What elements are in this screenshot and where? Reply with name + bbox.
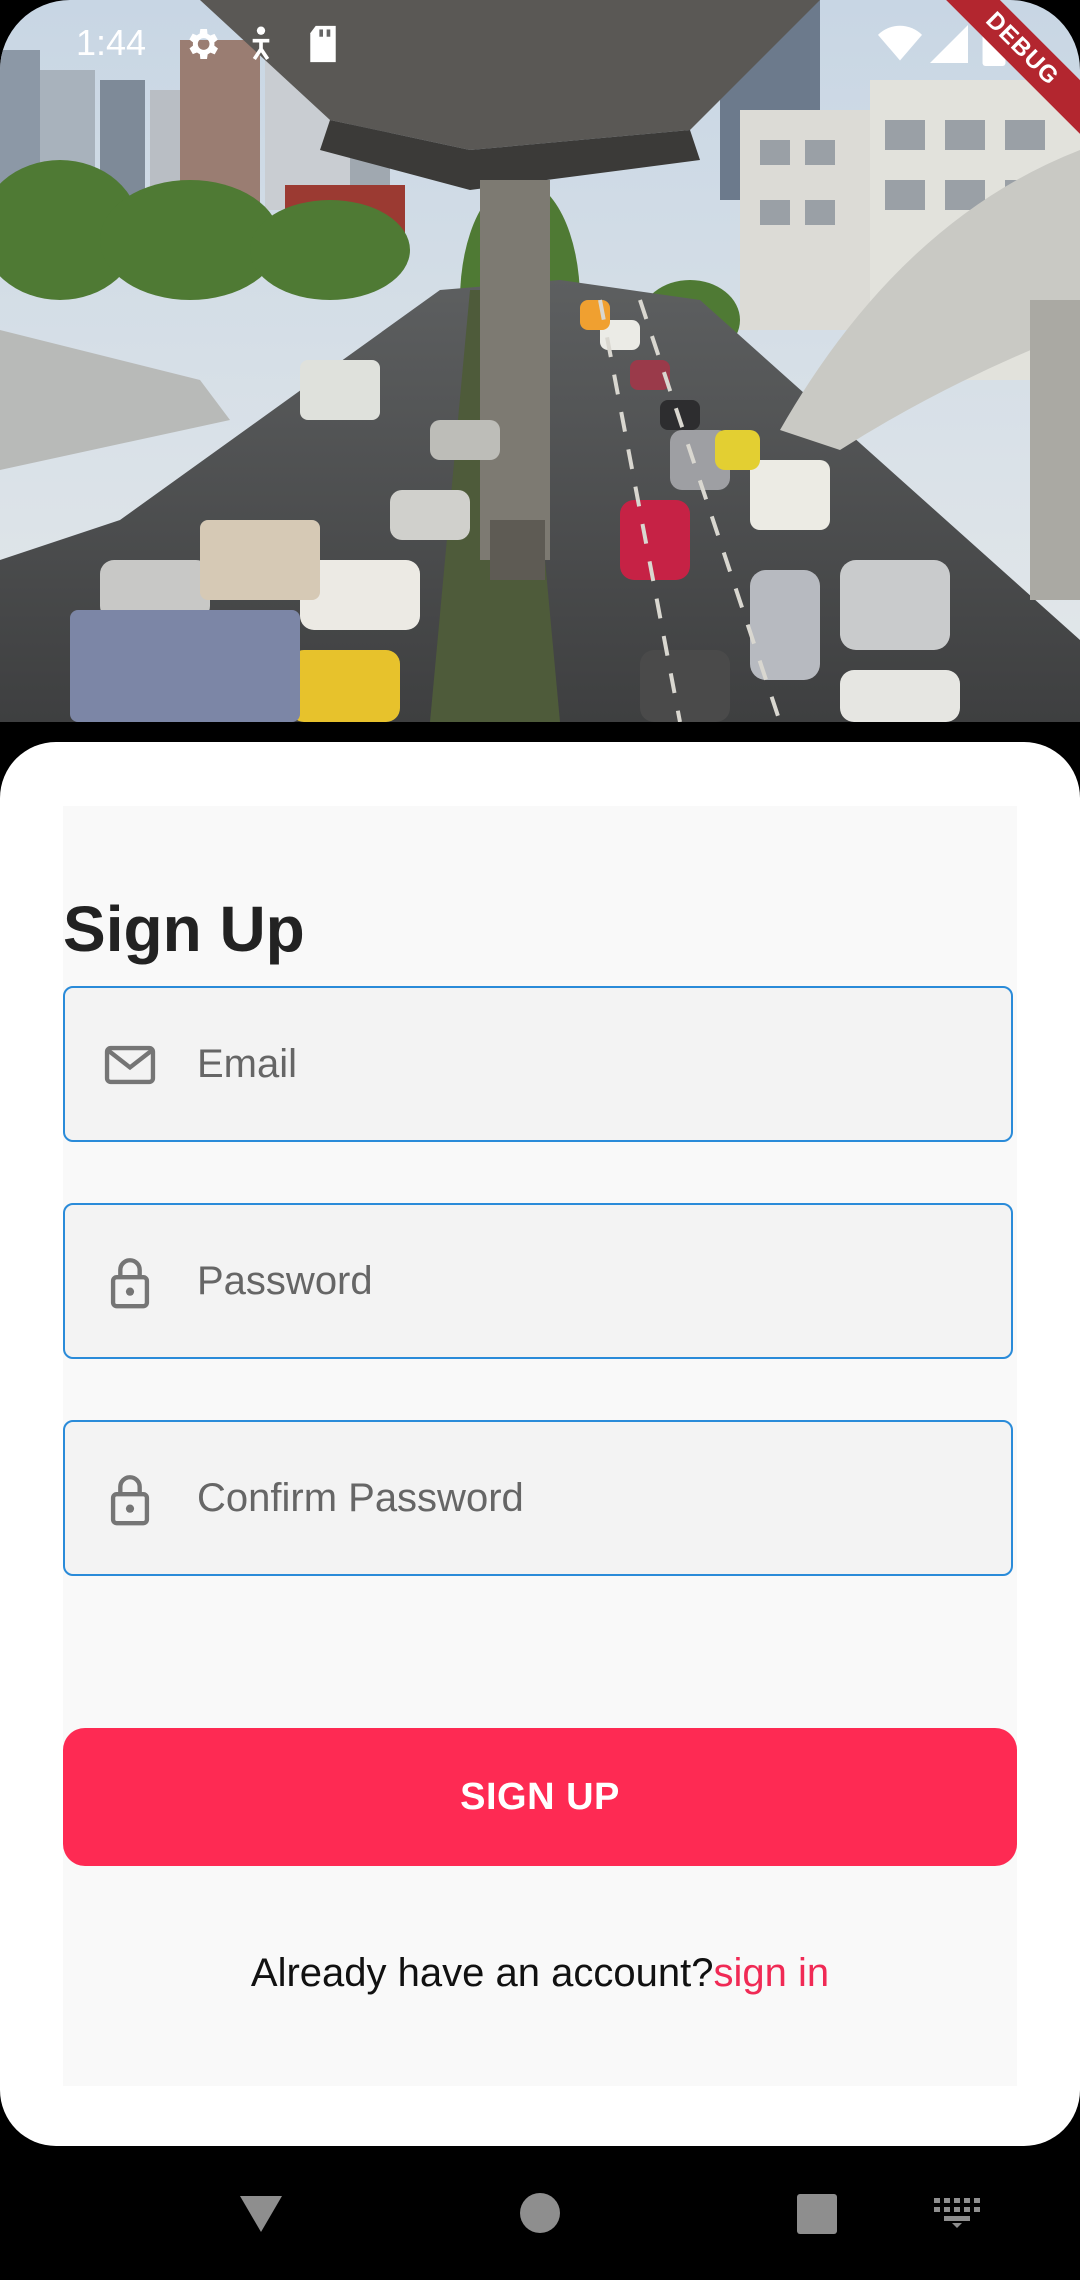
back-icon[interactable]	[238, 2194, 284, 2239]
keyboard-icon[interactable]	[934, 2198, 980, 2233]
wifi-icon	[878, 24, 922, 69]
sd-card-icon	[306, 24, 340, 69]
recents-icon[interactable]	[797, 2194, 837, 2239]
signup-card: Sign Up Email Password Confirm Password	[0, 742, 1080, 2146]
signal-icon	[930, 24, 968, 69]
password-placeholder: Password	[197, 1259, 373, 1303]
account-prompt-row: Already have an account?sign in	[63, 1951, 1017, 1996]
account-prompt-text: Already have an account?	[250, 1951, 714, 1995]
hero-image	[0, 0, 1080, 722]
email-placeholder: Email	[197, 1042, 298, 1086]
accessibility-icon	[246, 24, 276, 69]
confirm-password-placeholder: Confirm Password	[197, 1476, 524, 1520]
phone-screen: 1:44 DEBUG Sign Up Email Password Confir…	[0, 0, 1080, 2280]
password-field[interactable]: Password	[63, 1203, 1013, 1359]
navigation-bar	[0, 2146, 1080, 2280]
gear-icon	[182, 24, 222, 69]
home-icon[interactable]	[519, 2192, 561, 2239]
confirm-password-field[interactable]: Confirm Password	[63, 1420, 1013, 1576]
sign-up-button[interactable]: SIGN UP	[63, 1728, 1017, 1866]
page-title: Sign Up	[63, 893, 305, 965]
signup-form: Sign Up Email Password Confirm Password	[63, 806, 1017, 2086]
email-field[interactable]: Email	[63, 986, 1013, 1142]
mail-icon	[101, 1036, 159, 1094]
lock-icon	[101, 1253, 159, 1311]
status-bar: 1:44 DEBUG	[0, 0, 1080, 141]
status-time: 1:44	[76, 22, 147, 63]
lock-icon	[101, 1470, 159, 1528]
sign-in-link[interactable]: sign in	[713, 1951, 829, 1995]
